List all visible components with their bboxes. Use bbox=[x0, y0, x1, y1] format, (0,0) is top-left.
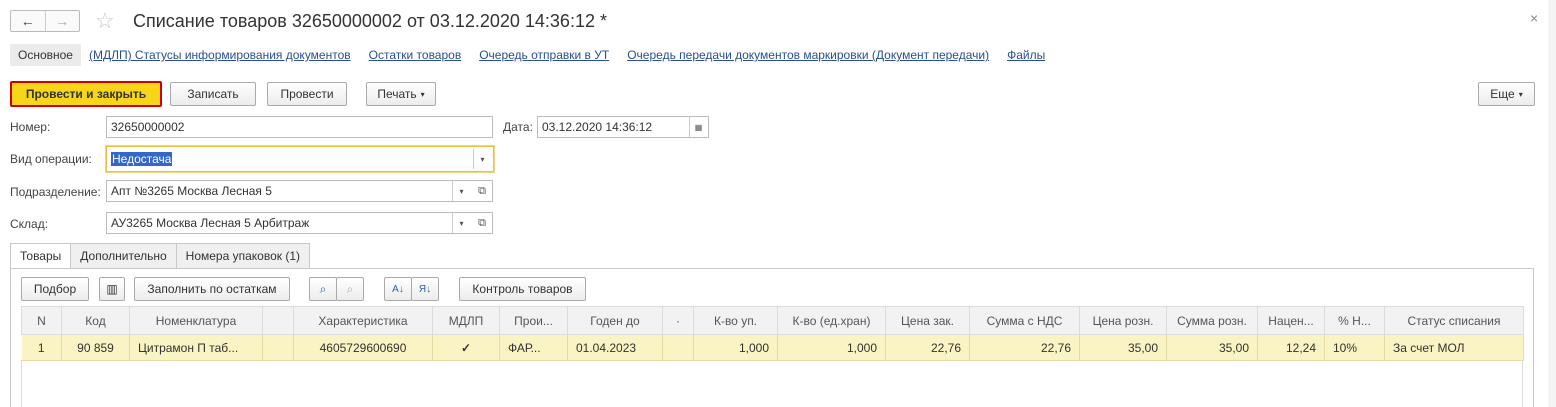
table-cell: 22,76 bbox=[885, 334, 970, 361]
column-header[interactable]: % Н... bbox=[1324, 306, 1385, 335]
table-cell bbox=[262, 334, 294, 361]
warehouse-field[interactable]: АУ3265 Москва Лесная 5 Арбитраж ▾ ⧉ bbox=[106, 212, 493, 234]
table-cell: 35,00 bbox=[1166, 334, 1258, 361]
tab-additional[interactable]: Дополнительно bbox=[70, 243, 177, 269]
post-and-close-button[interactable]: Провести и закрыть bbox=[10, 81, 162, 107]
chevron-down-icon[interactable]: ▾ bbox=[452, 181, 470, 201]
column-header[interactable]: МДЛП bbox=[432, 306, 500, 335]
print-label: Печать bbox=[377, 87, 417, 101]
date-label: Дата: bbox=[503, 120, 533, 134]
vertical-scrollbar[interactable] bbox=[1548, 0, 1556, 407]
page-title: Списание товаров 32650000002 от 03.12.20… bbox=[133, 11, 607, 31]
number-label: Номер: bbox=[10, 120, 51, 134]
table-cell: 10% bbox=[1324, 334, 1385, 361]
star-icon[interactable]: ☆ bbox=[95, 8, 115, 34]
column-header[interactable]: Сумма с НДС bbox=[969, 306, 1080, 335]
goods-control-button[interactable]: Контроль товаров bbox=[459, 277, 586, 301]
clear-search-icon[interactable]: ⌕ bbox=[336, 277, 364, 301]
goods-table: N Код Номенклатура Характеристика МДЛП П… bbox=[21, 306, 1524, 361]
forward-icon[interactable]: → bbox=[44, 11, 80, 31]
print-button[interactable]: Печать ▾ bbox=[366, 82, 436, 106]
save-button[interactable]: Записать bbox=[170, 82, 256, 106]
operation-field[interactable]: Недостача ▾ bbox=[106, 146, 494, 172]
table-cell bbox=[662, 334, 694, 361]
fill-by-stock-button[interactable]: Заполнить по остаткам bbox=[134, 277, 290, 301]
table-header: N Код Номенклатура Характеристика МДЛП П… bbox=[21, 306, 1524, 335]
sort-desc-icon[interactable]: Я↓ bbox=[411, 277, 439, 301]
date-field[interactable]: 03.12.2020 14:36:12 ▦ bbox=[537, 116, 709, 138]
chevron-down-icon[interactable]: ▾ bbox=[473, 149, 491, 169]
column-header[interactable]: К-во уп. bbox=[693, 306, 778, 335]
table-cell: 01.04.2023 bbox=[567, 334, 663, 361]
table-cell: ФАР... bbox=[499, 334, 568, 361]
division-value: Апт №3265 Москва Лесная 5 bbox=[111, 184, 272, 198]
operation-label: Вид операции: bbox=[10, 152, 92, 166]
table-cell: 4605729600690 bbox=[293, 334, 433, 361]
column-header[interactable]: · bbox=[662, 306, 694, 335]
column-header[interactable]: Нацен... bbox=[1257, 306, 1325, 335]
tab-marking-queue[interactable]: Очередь передачи документов маркировки (… bbox=[627, 48, 989, 62]
chevron-down-icon: ▾ bbox=[1518, 89, 1523, 99]
table-cell: 1 bbox=[21, 334, 62, 361]
inner-tabs: Товары Дополнительно Номера упаковок (1) bbox=[10, 243, 310, 269]
column-header[interactable]: Прои... bbox=[499, 306, 568, 335]
column-header[interactable]: Цена зак. bbox=[885, 306, 970, 335]
search-icon[interactable]: ⌕ bbox=[309, 277, 337, 301]
tab-main[interactable]: Основное bbox=[10, 44, 81, 66]
chevron-down-icon: ▾ bbox=[420, 89, 425, 99]
barcode-icon[interactable]: ▥ bbox=[99, 277, 125, 301]
pick-button[interactable]: Подбор bbox=[21, 277, 89, 301]
tab-package-numbers[interactable]: Номера упаковок (1) bbox=[175, 243, 310, 269]
more-button[interactable]: Еще ▾ bbox=[1478, 82, 1535, 106]
nav-buttons: ← → bbox=[10, 10, 80, 32]
column-header[interactable]: Годен до bbox=[567, 306, 663, 335]
column-header[interactable]: К-во (ед.хран) bbox=[777, 306, 886, 335]
division-field[interactable]: Апт №3265 Москва Лесная 5 ▾ ⧉ bbox=[106, 180, 493, 202]
table-cell: За счет МОЛ bbox=[1384, 334, 1524, 361]
operation-value: Недостача bbox=[111, 152, 173, 166]
tab-goods[interactable]: Товары bbox=[10, 243, 72, 269]
table-empty-area[interactable] bbox=[21, 360, 1523, 407]
post-button[interactable]: Провести bbox=[267, 82, 347, 106]
check-icon: ✓ bbox=[432, 334, 500, 361]
table-cell: 12,24 bbox=[1257, 334, 1325, 361]
open-icon[interactable]: ⧉ bbox=[473, 213, 491, 233]
column-header[interactable] bbox=[262, 306, 294, 335]
table-cell: 22,76 bbox=[969, 334, 1080, 361]
column-header[interactable]: Код bbox=[61, 306, 130, 335]
warehouse-value: АУ3265 Москва Лесная 5 Арбитраж bbox=[111, 216, 310, 230]
table-cell: 90 859 bbox=[61, 334, 130, 361]
column-header[interactable]: Цена розн. bbox=[1079, 306, 1167, 335]
table-cell: 35,00 bbox=[1079, 334, 1167, 361]
column-header[interactable]: Характеристика bbox=[293, 306, 433, 335]
number-field[interactable]: 32650000002 bbox=[106, 116, 493, 138]
close-icon[interactable]: × bbox=[1530, 10, 1538, 26]
date-value: 03.12.2020 14:36:12 bbox=[542, 120, 653, 134]
tab-mdlp-statuses[interactable]: (МДЛП) Статусы информирования документов bbox=[89, 48, 351, 62]
calendar-icon[interactable]: ▦ bbox=[689, 117, 707, 137]
column-header[interactable]: Сумма розн. bbox=[1166, 306, 1258, 335]
back-icon[interactable]: ← bbox=[11, 11, 45, 31]
table-cell: Цитрамон П таб... bbox=[129, 334, 263, 361]
open-icon[interactable]: ⧉ bbox=[473, 181, 491, 201]
warehouse-label: Склад: bbox=[10, 217, 49, 231]
chevron-down-icon[interactable]: ▾ bbox=[452, 213, 470, 233]
tab-stock[interactable]: Остатки товаров bbox=[369, 48, 462, 62]
title-bar: ← → ☆ Списание товаров 32650000002 от 03… bbox=[0, 0, 1556, 40]
table-cell: 1,000 bbox=[693, 334, 778, 361]
division-label: Подразделение: bbox=[10, 185, 101, 199]
column-header[interactable]: Номенклатура bbox=[129, 306, 263, 335]
table-row[interactable]: 1 90 859 Цитрамон П таб... 4605729600690… bbox=[21, 334, 1524, 361]
section-tabs: Основное (МДЛП) Статусы информирования д… bbox=[10, 44, 1063, 66]
tab-ut-queue[interactable]: Очередь отправки в УТ bbox=[479, 48, 609, 62]
tab-files[interactable]: Файлы bbox=[1007, 48, 1045, 62]
column-header[interactable]: N bbox=[21, 306, 62, 335]
column-header[interactable]: Статус списания bbox=[1384, 306, 1524, 335]
table-cell: 1,000 bbox=[777, 334, 886, 361]
more-label: Еще bbox=[1490, 87, 1515, 101]
sort-asc-icon[interactable]: A↓ bbox=[384, 277, 412, 301]
